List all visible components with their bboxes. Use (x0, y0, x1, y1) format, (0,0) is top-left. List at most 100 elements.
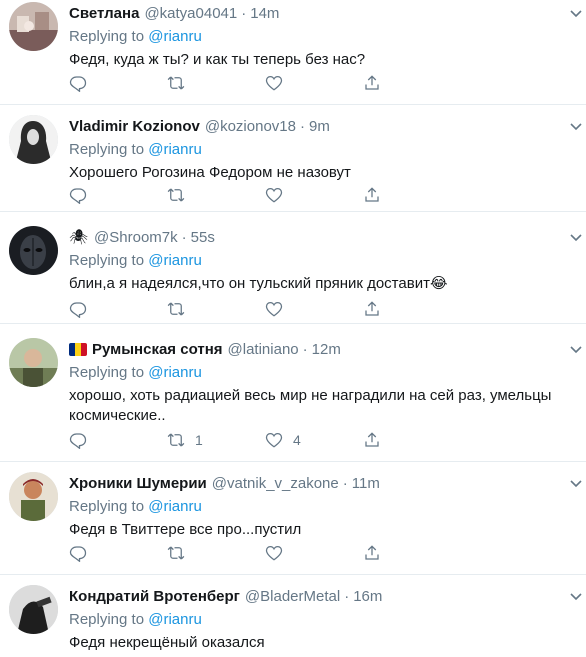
replying-to-link[interactable]: @rianru (148, 364, 202, 381)
share-button[interactable] (363, 544, 381, 562)
tweet-header: Румынская сотня @latiniano · 12m (69, 338, 576, 360)
heart-icon (265, 187, 283, 203)
reply-button[interactable] (69, 544, 87, 562)
retweet-icon (167, 76, 185, 90)
share-button[interactable] (363, 431, 381, 449)
tweet-actions: 1 4 (69, 431, 399, 453)
tweet-header: 🕷 @Shroom7k · 55s (69, 226, 576, 248)
timestamp[interactable]: 16m (353, 588, 382, 605)
replying-to-label: Replying to (69, 364, 145, 381)
reply-button[interactable] (69, 431, 87, 449)
reply-icon (69, 433, 87, 449)
avatar[interactable] (9, 585, 58, 634)
user-handle[interactable]: @latiniano (228, 341, 299, 358)
tweet[interactable]: Vladimir Kozionov @kozionov18 · 9m Reply… (0, 105, 586, 212)
timestamp[interactable]: 12m (312, 341, 341, 358)
user-handle[interactable]: @kozionov18 (205, 118, 296, 135)
timestamp[interactable]: 55s (191, 229, 215, 246)
share-button[interactable] (363, 300, 381, 318)
share-icon (365, 187, 379, 202)
like-button[interactable] (265, 186, 293, 204)
replying-to-link[interactable]: @rianru (148, 498, 202, 515)
user-handle[interactable]: @katya04041 (144, 5, 237, 22)
tweet[interactable]: Хроники Шумерии @vatnik_v_zakone · 11m R… (0, 462, 586, 575)
share-icon (365, 545, 379, 560)
user-handle[interactable]: @BladerMetal (245, 588, 340, 605)
like-button[interactable] (265, 544, 293, 562)
like-button[interactable] (265, 74, 293, 92)
chevron-down-icon[interactable] (568, 475, 584, 491)
timestamp[interactable]: 9m (309, 118, 330, 135)
heart-icon (265, 545, 283, 561)
replying-to-link[interactable]: @rianru (148, 28, 202, 45)
tweet-header: Светлана @katya04041 · 14m (69, 2, 576, 24)
replying-to-link[interactable]: @rianru (148, 141, 202, 158)
retweet-button[interactable] (167, 544, 195, 562)
heart-icon (265, 432, 283, 448)
share-icon (365, 75, 379, 90)
retweet-icon (167, 188, 185, 202)
heart-icon (265, 75, 283, 91)
retweet-icon (167, 433, 185, 447)
tweet[interactable]: Кондратий Вротенберг @BladerMetal · 16m … (0, 575, 586, 657)
avatar[interactable] (9, 115, 58, 164)
user-handle[interactable]: @vatnik_v_zakone (212, 475, 339, 492)
tweet[interactable]: Светлана @katya04041 · 14m Replying to @… (0, 0, 586, 105)
tweet-header: Хроники Шумерии @vatnik_v_zakone · 11m (69, 472, 576, 494)
retweet-button[interactable] (167, 74, 195, 92)
tweet[interactable]: 🕷 @Shroom7k · 55s Replying to @rianru бл… (0, 212, 586, 324)
avatar[interactable] (9, 226, 58, 275)
separator-dot: · (344, 587, 350, 605)
reply-icon (69, 76, 87, 92)
replying-to-label: Replying to (69, 141, 145, 158)
separator-dot: · (181, 228, 187, 246)
replying-to-link[interactable]: @rianru (148, 611, 202, 628)
user-handle[interactable]: @Shroom7k (94, 229, 178, 246)
display-name[interactable]: Светлана (69, 5, 139, 22)
tweet[interactable]: Румынская сотня @latiniano · 12m Replyin… (0, 324, 586, 462)
chevron-down-icon[interactable] (568, 229, 584, 245)
retweet-icon (167, 302, 185, 316)
spider-icon: 🕷 (69, 229, 89, 246)
replying-to-label: Replying to (69, 498, 145, 515)
chevron-down-icon[interactable] (568, 118, 584, 134)
display-name[interactable]: Vladimir Kozionov (69, 118, 200, 135)
tweet-text: Федя в Твиттере все про...пустил (69, 521, 302, 538)
romania-flag-icon (69, 342, 87, 356)
avatar[interactable] (9, 472, 58, 521)
retweet-button[interactable]: 1 (167, 431, 203, 449)
share-button[interactable] (363, 186, 381, 204)
replying-to: Replying to @rianru (69, 252, 576, 271)
timestamp[interactable]: 11m (352, 475, 380, 492)
replying-to-label: Replying to (69, 252, 145, 269)
tweet-text: хорошо, хоть радиацией весь мир не награ… (69, 387, 552, 424)
timestamp[interactable]: 14m (250, 5, 279, 22)
retweet-count: 1 (195, 432, 203, 448)
heart-icon (265, 301, 283, 317)
tweet-text: блин,а я надеялся,что он тульский пряник… (69, 275, 448, 292)
like-button[interactable]: 4 (265, 431, 301, 449)
like-button[interactable] (265, 300, 293, 318)
display-name[interactable]: Кондратий Вротенберг (69, 588, 240, 605)
avatar[interactable] (9, 338, 58, 387)
tweet-text: Федя, куда ж ты? и как ты теперь без нас… (69, 51, 366, 68)
reply-button[interactable] (69, 186, 87, 204)
tweet-actions (69, 186, 399, 208)
chevron-down-icon[interactable] (568, 5, 584, 21)
tweet-text: Хорошего Рогозина Федором не назовут (69, 164, 351, 181)
avatar[interactable] (9, 2, 58, 51)
display-name[interactable]: Румынская сотня (92, 341, 223, 358)
reply-button[interactable] (69, 74, 87, 92)
retweet-button[interactable] (167, 300, 195, 318)
share-button[interactable] (363, 74, 381, 92)
replying-to: Replying to @rianru (69, 611, 576, 630)
reply-button[interactable] (69, 300, 87, 318)
chevron-down-icon[interactable] (568, 341, 584, 357)
replying-to: Replying to @rianru (69, 498, 576, 517)
chevron-down-icon[interactable] (568, 588, 584, 604)
retweet-button[interactable] (167, 186, 195, 204)
display-name[interactable]: Хроники Шумерии (69, 475, 207, 492)
reply-icon (69, 546, 87, 562)
replying-to-link[interactable]: @rianru (148, 252, 202, 269)
separator-dot: · (302, 340, 308, 358)
